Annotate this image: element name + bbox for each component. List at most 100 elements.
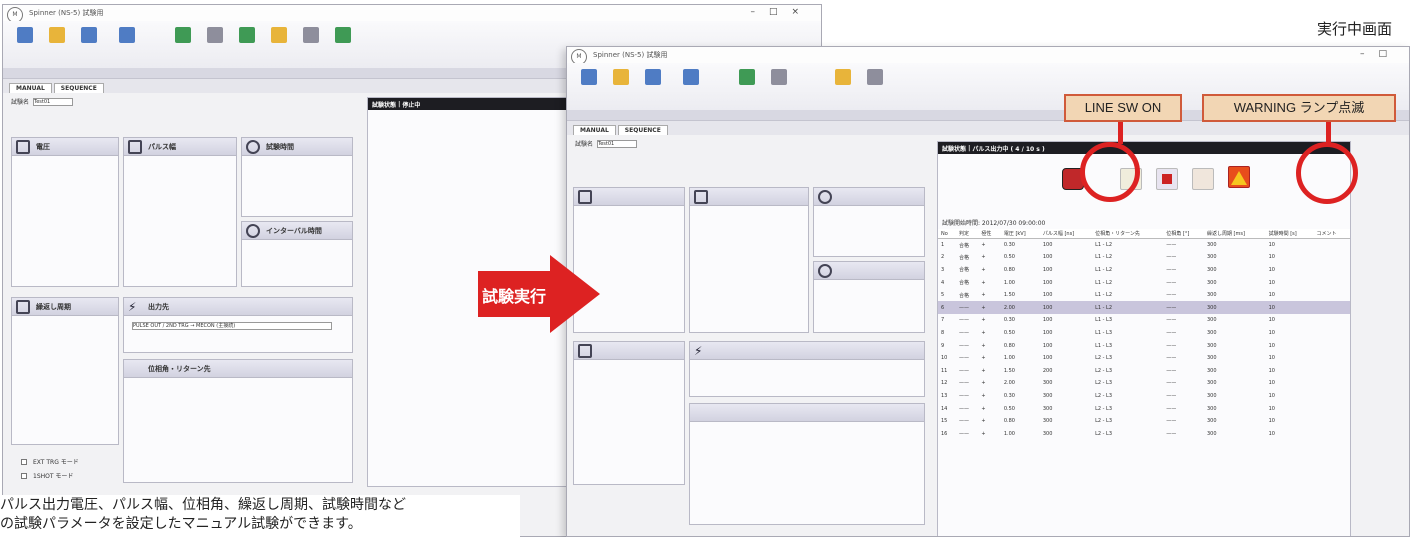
test-name-label: 試験名 bbox=[575, 141, 594, 148]
test-time-panel-header bbox=[814, 188, 924, 206]
tab-sequence[interactable]: SEQUENCE bbox=[617, 125, 668, 135]
table-cell bbox=[1313, 251, 1350, 264]
table-cell: 0.80 bbox=[1003, 418, 1015, 425]
ext-trg-checkbox[interactable] bbox=[21, 458, 27, 465]
table-cell: L1 - L2 bbox=[1095, 254, 1113, 261]
table-row[interactable]: 8 —— +0.50 100 L1 - L3 —— 300 10 bbox=[938, 327, 1350, 340]
table-row[interactable]: 10 —— +1.00 100 L2 - L3 —— 300 10 bbox=[938, 352, 1350, 365]
test-name-input[interactable]: Test01 bbox=[33, 97, 74, 106]
table-cell: 300 bbox=[1206, 392, 1217, 399]
manual-button[interactable] bbox=[329, 27, 357, 45]
open-button[interactable] bbox=[607, 69, 635, 87]
output-select[interactable]: PULSE OUT / 2ND TRG → MECON (主接続) bbox=[132, 322, 332, 330]
column-header: 極性 bbox=[978, 229, 1001, 239]
column-header: 電圧 [kV] bbox=[1000, 229, 1040, 239]
table-cell: 10 bbox=[1268, 292, 1275, 299]
table-cell: 300 bbox=[1206, 430, 1217, 437]
table-row[interactable]: 6 —— +2.00 100 L1 - L2 —— 300 10 bbox=[938, 301, 1350, 315]
connect-button[interactable] bbox=[169, 27, 197, 45]
one-shot-checkbox[interactable] bbox=[21, 472, 27, 479]
table-cell: 13 bbox=[941, 392, 948, 399]
monitor-button[interactable] bbox=[201, 27, 229, 45]
repeat-panel-header: 繰返し周期 bbox=[12, 298, 118, 316]
connect-button[interactable] bbox=[733, 69, 761, 87]
table-cell: —— bbox=[1166, 405, 1177, 412]
table-cell: 0.30 bbox=[1003, 317, 1015, 324]
table-cell: 100 bbox=[1042, 242, 1053, 249]
test-name-label: 試験名 bbox=[11, 99, 30, 106]
save-as-button[interactable] bbox=[677, 69, 705, 87]
table-row[interactable]: 1 合格 +0.30 100 L1 - L2 —— 300 10 bbox=[938, 239, 1350, 252]
table-cell: —— bbox=[958, 430, 969, 437]
chart-button[interactable] bbox=[233, 27, 261, 45]
tab-manual[interactable]: MANUAL bbox=[9, 83, 52, 93]
test-name-input[interactable]: Test01 bbox=[597, 139, 638, 148]
run-test-arrow: 試験実行 bbox=[478, 255, 600, 333]
table-cell: L1 - L2 bbox=[1092, 301, 1164, 315]
window-controls[interactable]: –□× bbox=[750, 7, 813, 17]
table-cell: 1.00 bbox=[1003, 279, 1015, 286]
table-row[interactable]: 5 合格 +1.50 100 L1 - L2 —— 300 10 bbox=[938, 289, 1350, 302]
table-cell bbox=[1313, 364, 1350, 377]
tab-sequence[interactable]: SEQUENCE bbox=[53, 83, 104, 93]
settings-button[interactable] bbox=[861, 69, 889, 87]
table-cell: + bbox=[978, 301, 1001, 315]
save-button[interactable] bbox=[75, 27, 103, 45]
ext-trg-label: EXT TRG モード bbox=[33, 459, 79, 466]
gear-icon bbox=[867, 69, 883, 85]
output-panel: ⚡ 出力先 PULSE OUT / 2ND TRG → MECON (主接続) bbox=[123, 297, 353, 353]
table-row[interactable]: 7 —— +0.30 100 L1 - L3 —— 300 10 bbox=[938, 314, 1350, 327]
table-cell: 100 bbox=[1042, 342, 1053, 349]
warning-triangle-icon bbox=[1231, 171, 1247, 185]
interval-panel-title: インターバル時間 bbox=[266, 226, 322, 235]
table-cell: 300 bbox=[1042, 392, 1053, 399]
interval-panel bbox=[813, 261, 925, 333]
table-row[interactable]: 9 —— +0.80 100 L1 - L3 —— 300 10 bbox=[938, 339, 1350, 352]
open-button[interactable] bbox=[43, 27, 71, 45]
table-row[interactable]: 13 —— +0.30 300 L2 - L3 —— 300 10 bbox=[938, 390, 1350, 403]
warning-callout: WARNING ランプ点滅 bbox=[1202, 94, 1396, 122]
table-cell: 16 bbox=[941, 430, 948, 437]
warning-icon bbox=[271, 27, 287, 43]
line-sw-pointer bbox=[1118, 122, 1123, 144]
table-cell: 9 bbox=[941, 342, 945, 349]
left-title-bar: M Spinner (NS-5) 試験用 –□× bbox=[3, 5, 821, 23]
table-row[interactable]: 3 合格 +0.80 100 L1 - L2 —— 300 10 bbox=[938, 264, 1350, 277]
table-cell: L1 - L3 bbox=[1095, 329, 1113, 336]
table-row[interactable]: 15 —— +0.80 300 L2 - L3 —— 300 10 bbox=[938, 415, 1350, 428]
settings-button[interactable] bbox=[297, 27, 325, 45]
new-file-button[interactable] bbox=[11, 27, 39, 45]
table-row[interactable]: 2 合格 +0.50 100 L1 - L2 —— 300 10 bbox=[938, 251, 1350, 264]
tab-manual[interactable]: MANUAL bbox=[573, 125, 616, 135]
table-row[interactable]: 4 合格 +1.00 100 L1 - L2 —— 300 10 bbox=[938, 276, 1350, 289]
table-cell: 300 bbox=[1206, 254, 1217, 261]
table-cell bbox=[1313, 415, 1350, 428]
table-cell: 1.00 bbox=[1003, 355, 1015, 362]
table-cell: 6 bbox=[938, 301, 956, 315]
save-as-button[interactable] bbox=[113, 27, 141, 45]
table-cell: + bbox=[981, 342, 986, 349]
left-status-bar: 試験状態 | 停止中 bbox=[368, 98, 586, 110]
table-cell: L2 - L3 bbox=[1095, 355, 1113, 362]
table-cell: —— bbox=[1166, 266, 1177, 273]
table-cell: 300 bbox=[1206, 329, 1217, 336]
warning-highlight-ring bbox=[1296, 142, 1358, 204]
warning-toolbar-button[interactable] bbox=[265, 27, 293, 45]
description-text: パルス出力電圧、パルス幅、位相角、繰返し周期、試験時間など の試験パラメータを設… bbox=[0, 495, 520, 537]
new-file-button[interactable] bbox=[575, 69, 603, 87]
monitor-button[interactable] bbox=[765, 69, 793, 87]
warning-toolbar-button[interactable] bbox=[829, 69, 857, 87]
table-row[interactable]: 14 —— +0.50 300 L2 - L3 —— 300 10 bbox=[938, 402, 1350, 415]
window-controls[interactable]: –□ bbox=[1360, 49, 1401, 59]
table-cell: 10 bbox=[1268, 367, 1275, 374]
table-cell: + bbox=[981, 279, 986, 286]
table-row[interactable]: 11 —— +1.50 200 L2 - L3 —— 300 10 bbox=[938, 364, 1350, 377]
table-row[interactable]: 16 —— +1.00 300 L2 - L3 —— 300 10 bbox=[938, 427, 1350, 440]
lamp-2-icon bbox=[1192, 168, 1214, 190]
stop-button[interactable] bbox=[1156, 168, 1178, 190]
column-header: 繰返し周期 [ms] bbox=[1203, 229, 1266, 239]
table-cell: 300 bbox=[1206, 292, 1217, 299]
table-cell: L1 - L3 bbox=[1095, 317, 1113, 324]
save-button[interactable] bbox=[639, 69, 667, 87]
table-row[interactable]: 12 —— +2.00 300 L2 - L3 —— 300 10 bbox=[938, 377, 1350, 390]
